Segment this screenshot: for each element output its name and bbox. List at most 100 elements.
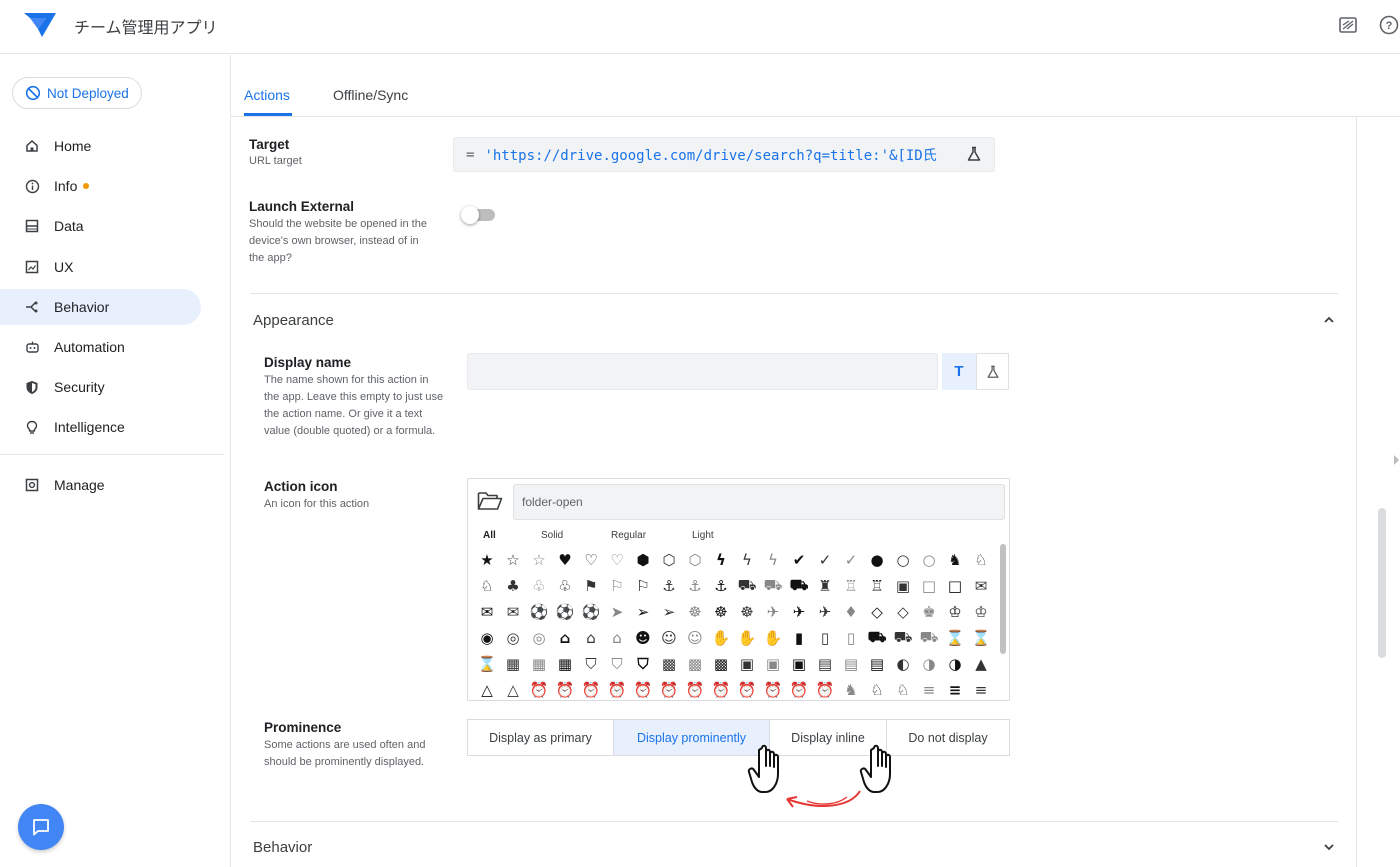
sidebar-item-intelligence[interactable]: Intelligence [0, 409, 201, 445]
icon-option[interactable]: ▣ [786, 651, 812, 677]
icon-option[interactable]: ϟ [708, 547, 734, 573]
deploy-status-button[interactable]: Not Deployed [12, 77, 142, 109]
icon-option[interactable]: ➢ [656, 599, 682, 625]
icon-option[interactable]: ⌛ [968, 625, 994, 651]
chevron-down-icon[interactable] [1322, 840, 1336, 854]
icon-option[interactable]: ⏰ [604, 677, 630, 700]
icon-option[interactable]: ▯ [812, 625, 838, 651]
icon-option[interactable]: ▮ [786, 625, 812, 651]
icon-option[interactable]: ⏰ [786, 677, 812, 700]
icon-option[interactable]: ▤ [812, 651, 838, 677]
option-display-as-primary[interactable]: Display as primary [467, 719, 614, 756]
icon-option[interactable]: ≡ [916, 677, 942, 700]
sidebar-item-security[interactable]: Security [0, 369, 201, 405]
icon-option[interactable]: ○ [916, 547, 942, 573]
icon-option[interactable]: ⚓ [656, 573, 682, 599]
icon-option[interactable]: ▦ [552, 651, 578, 677]
chat-button[interactable] [18, 804, 64, 850]
icon-option[interactable]: ♔ [942, 599, 968, 625]
icon-option[interactable]: ⛟ [864, 625, 890, 651]
icon-option[interactable]: ♞ [838, 677, 864, 700]
icon-option[interactable]: ▦ [500, 651, 526, 677]
icon-option[interactable]: ⏰ [760, 677, 786, 700]
icon-option[interactable]: ▦ [526, 651, 552, 677]
icon-option[interactable]: ◑ [942, 651, 968, 677]
icon-option[interactable]: ♘ [968, 547, 994, 573]
icon-option[interactable]: ⏰ [578, 677, 604, 700]
tab-actions[interactable]: Actions [244, 87, 290, 103]
icon-option[interactable]: ▣ [760, 651, 786, 677]
icon-option[interactable]: ♘ [864, 677, 890, 700]
icon-option[interactable]: ≡ [942, 677, 968, 700]
icon-option[interactable]: ϟ [760, 547, 786, 573]
icon-grid-scrollbar[interactable] [1000, 544, 1006, 654]
icon-option[interactable]: ✓ [812, 547, 838, 573]
icon-option[interactable]: ▤ [864, 651, 890, 677]
icon-option[interactable]: △ [474, 677, 500, 700]
sidebar-item-automation[interactable]: Automation [0, 329, 201, 365]
sidebar-item-behavior[interactable]: Behavior [0, 289, 201, 325]
icon-option[interactable]: ⛉ [630, 651, 656, 677]
icon-option[interactable]: ♥ [552, 547, 578, 573]
icon-option[interactable]: ⚓ [708, 573, 734, 599]
icon-option[interactable]: ▣ [890, 573, 916, 599]
icon-option[interactable]: ✓ [838, 547, 864, 573]
icon-option[interactable]: ▩ [682, 651, 708, 677]
icon-option[interactable]: ▩ [708, 651, 734, 677]
formula-mode-button[interactable] [976, 353, 1009, 390]
icon-option[interactable]: ⏰ [630, 677, 656, 700]
icon-option[interactable]: ⏰ [734, 677, 760, 700]
icon-option[interactable]: ⚓ [682, 573, 708, 599]
icon-option[interactable]: ♔ [968, 599, 994, 625]
icon-option[interactable]: ⌛ [474, 651, 500, 677]
display-name-input[interactable] [467, 353, 938, 390]
sidebar-item-info[interactable]: Info [0, 168, 201, 204]
icon-option[interactable]: ☸ [682, 599, 708, 625]
filter-solid[interactable]: Solid [541, 530, 563, 541]
icon-option[interactable]: ▩ [656, 651, 682, 677]
icon-option[interactable]: ◐ [890, 651, 916, 677]
icon-option[interactable]: ♡ [578, 547, 604, 573]
icon-option[interactable]: ⏰ [552, 677, 578, 700]
icon-option[interactable]: ♘ [474, 573, 500, 599]
icon-option[interactable]: ⌂ [604, 625, 630, 651]
icon-option[interactable]: ♣ [500, 573, 526, 599]
icon-option[interactable]: ⚽ [552, 599, 578, 625]
icon-option[interactable]: ✋ [760, 625, 786, 651]
filter-light[interactable]: Light [692, 530, 714, 541]
icon-option[interactable]: ⛉ [604, 651, 630, 677]
icon-option[interactable]: ⬡ [656, 547, 682, 573]
icon-option[interactable]: ✋ [708, 625, 734, 651]
icon-option[interactable]: ✉ [968, 573, 994, 599]
tab-offline-sync[interactable]: Offline/Sync [333, 87, 408, 103]
icon-option[interactable]: ⛟ [890, 625, 916, 651]
icon-option[interactable]: ✉ [500, 599, 526, 625]
icon-option[interactable]: ⚐ [604, 573, 630, 599]
icon-option[interactable]: ♧ [526, 573, 552, 599]
icon-option[interactable]: ◇ [890, 599, 916, 625]
icon-option[interactable]: ✔ [786, 547, 812, 573]
icon-option[interactable]: ♧ [552, 573, 578, 599]
sidebar-item-home[interactable]: Home [0, 128, 201, 164]
appearance-section-title[interactable]: Appearance [253, 312, 334, 329]
icon-option[interactable]: ♘ [890, 677, 916, 700]
icon-option[interactable]: ○ [890, 547, 916, 573]
filter-all[interactable]: All [483, 530, 496, 541]
icon-option[interactable]: ☆ [526, 547, 552, 573]
icon-option[interactable]: ♖ [838, 573, 864, 599]
icon-option[interactable]: ♚ [916, 599, 942, 625]
icon-option[interactable]: ◎ [500, 625, 526, 651]
icon-option[interactable]: ☸ [734, 599, 760, 625]
icon-option[interactable]: ⚽ [526, 599, 552, 625]
icon-option[interactable]: ⏰ [682, 677, 708, 700]
icon-option[interactable]: □ [916, 573, 942, 599]
icon-option[interactable]: ≡ [968, 677, 994, 700]
icon-option[interactable]: ● [864, 547, 890, 573]
icon-option[interactable]: ⬢ [630, 547, 656, 573]
icon-option[interactable]: ♦ [838, 599, 864, 625]
icon-option[interactable]: ⬡ [682, 547, 708, 573]
icon-option[interactable]: ☺ [682, 625, 708, 651]
icon-option[interactable]: ⛟ [916, 625, 942, 651]
flask-icon[interactable] [966, 146, 982, 162]
icon-option[interactable]: ➢ [630, 599, 656, 625]
